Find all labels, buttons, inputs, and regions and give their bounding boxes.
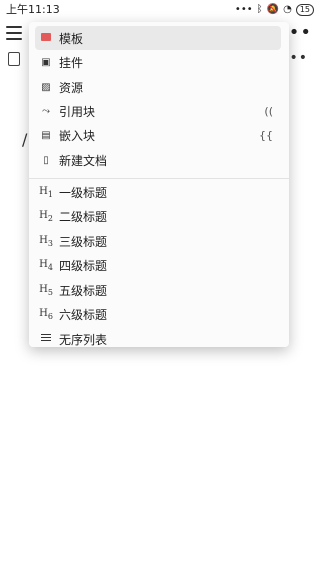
mute-icon: 🔕 xyxy=(266,4,280,15)
battery-icon: 15 xyxy=(295,4,314,16)
bluetooth-icon: ᛒ xyxy=(256,4,263,15)
template-icon xyxy=(39,32,53,44)
menu-item-ref-block[interactable]: ⤳ 引用块 (( xyxy=(35,99,281,123)
heading-icon: H2 xyxy=(39,209,53,223)
heading-icon: H3 xyxy=(39,234,53,248)
ref-icon: ⤳ xyxy=(42,105,50,117)
status-icons: ••• ᛒ 🔕 ◔ 15 xyxy=(235,0,314,20)
file-icon[interactable] xyxy=(8,52,20,66)
menu-item-label: 资源 xyxy=(59,80,84,95)
slash-menu: 模板 ▣ 挂件 ▨ 资源 ⤳ 引用块 (( ▤ 嵌入块 {{ ▯ 新建文档 H1… xyxy=(29,22,289,347)
menu-item-h6[interactable]: H6 六级标题 xyxy=(35,302,281,326)
menu-item-widget[interactable]: ▣ 挂件 xyxy=(35,50,281,74)
heading-icon: H1 xyxy=(39,185,53,199)
menu-item-label: 挂件 xyxy=(59,55,84,70)
menu-item-h1[interactable]: H1 一级标题 xyxy=(35,180,281,204)
menu-item-hint: (( xyxy=(264,104,273,118)
menu-item-h2[interactable]: H2 二级标题 xyxy=(35,204,281,228)
menu-item-label: 无序列表 xyxy=(59,332,108,347)
divider xyxy=(29,178,289,179)
menu-item-h5[interactable]: H5 五级标题 xyxy=(35,278,281,302)
menu-item-new-doc[interactable]: ▯ 新建文档 xyxy=(35,148,281,172)
wifi-icon: ◔ xyxy=(283,4,292,15)
widget-icon: ▣ xyxy=(41,56,51,68)
menu-item-template[interactable]: 模板 xyxy=(35,26,281,50)
menu-icon[interactable] xyxy=(6,26,22,40)
menu-item-label: 新建文档 xyxy=(59,153,108,168)
status-bar: 上午11:13 ••• ᛒ 🔕 ◔ 15 xyxy=(0,0,320,20)
heading-icon: H5 xyxy=(39,283,53,297)
menu-item-h3[interactable]: H3 三级标题 xyxy=(35,229,281,253)
status-time: 上午11:13 xyxy=(6,3,60,16)
embed-icon: ▤ xyxy=(41,129,51,141)
menu-item-hint: {{ xyxy=(259,128,273,142)
menu-item-label: 一级标题 xyxy=(59,185,108,200)
list-icon xyxy=(39,333,53,345)
menu-item-label: 六级标题 xyxy=(59,307,108,322)
heading-icon: H4 xyxy=(39,258,53,272)
menu-item-label: 引用块 xyxy=(59,104,96,119)
menu-item-label: 四级标题 xyxy=(59,258,108,273)
menu-item-label: 模板 xyxy=(59,31,84,46)
image-icon: ▨ xyxy=(41,81,51,93)
menu-item-unordered-list[interactable]: 无序列表 xyxy=(35,327,281,347)
dots-icon: ••• xyxy=(234,4,253,15)
menu-item-assets[interactable]: ▨ 资源 xyxy=(35,75,281,99)
menu-item-label: 嵌入块 xyxy=(59,128,96,143)
slash-trigger: / xyxy=(22,130,28,149)
menu-item-embed-block[interactable]: ▤ 嵌入块 {{ xyxy=(35,123,281,147)
heading-icon: H6 xyxy=(39,307,53,321)
menu-item-label: 二级标题 xyxy=(59,209,108,224)
menu-item-h4[interactable]: H4 四级标题 xyxy=(35,253,281,277)
menu-item-label: 三级标题 xyxy=(59,234,108,249)
doc-icon: ▯ xyxy=(43,154,49,166)
menu-item-label: 五级标题 xyxy=(59,283,108,298)
